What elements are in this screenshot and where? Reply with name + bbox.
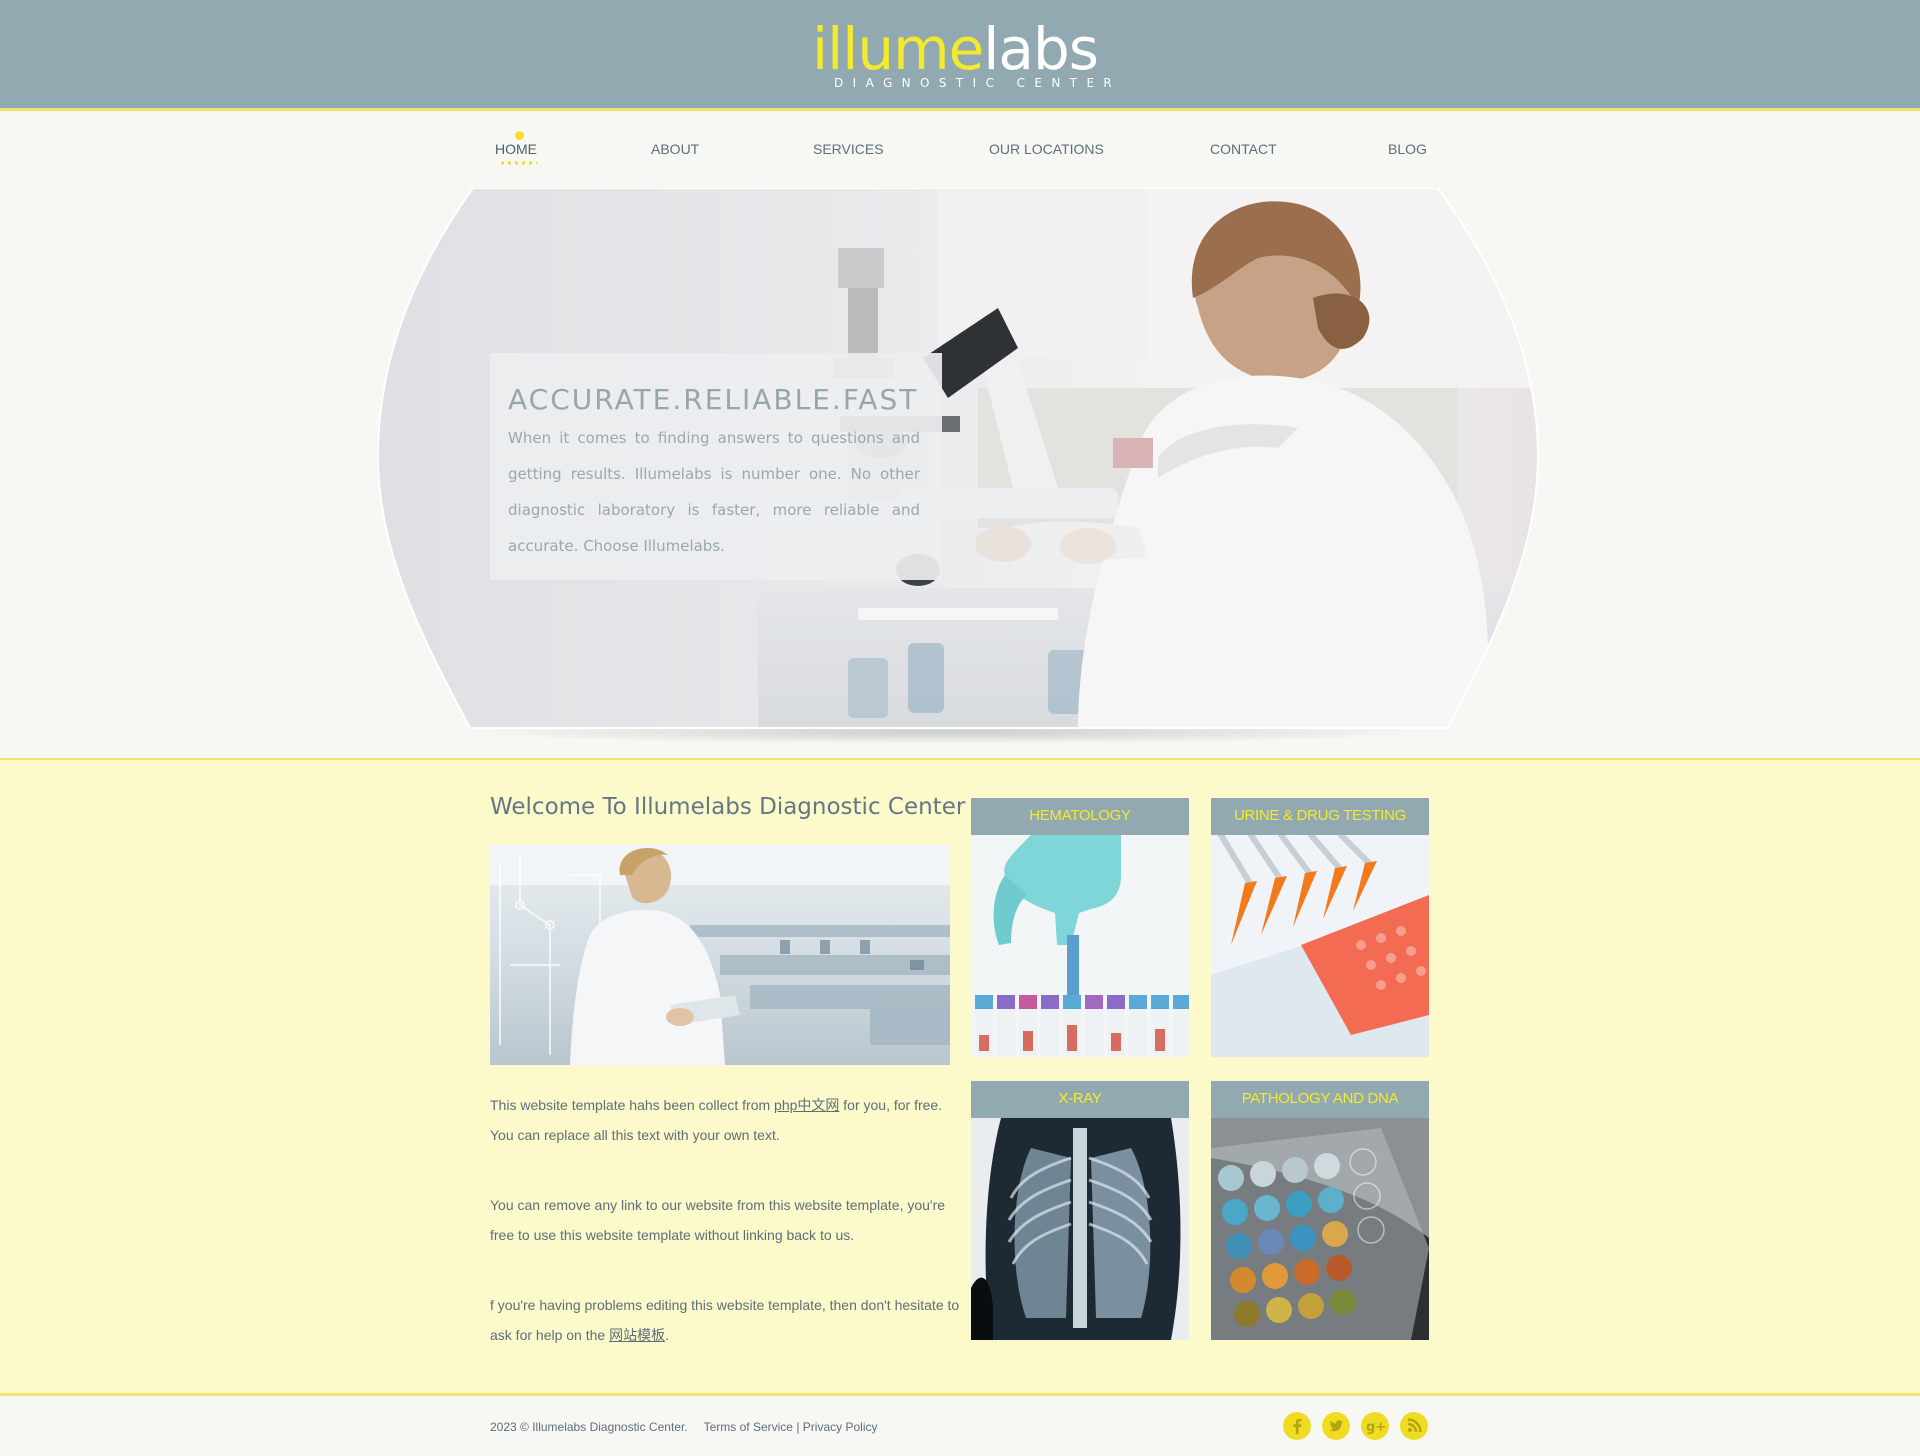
rss-icon[interactable] bbox=[1400, 1412, 1428, 1440]
tile-title[interactable]: URINE & DRUG TESTING bbox=[1211, 798, 1429, 835]
service-tile-urine-drug-testing[interactable]: URINE & DRUG TESTING bbox=[1211, 798, 1429, 1057]
welcome-paragraph-2: You can remove any link to our website f… bbox=[490, 1197, 946, 1243]
tile-title[interactable]: X-RAY bbox=[971, 1081, 1189, 1118]
logo-wordmark: illumelabs bbox=[812, 15, 1099, 83]
urine-drug-testing-image bbox=[1211, 835, 1429, 1057]
facebook-icon[interactable] bbox=[1283, 1412, 1311, 1440]
x-ray-image bbox=[971, 1118, 1189, 1340]
privacy-link[interactable]: Privacy Policy bbox=[803, 1420, 878, 1434]
pathology-dna-image bbox=[1211, 1118, 1429, 1340]
google-plus-icon[interactable]: g+ bbox=[1361, 1412, 1389, 1440]
copyright: 2023 © Illumelabs Diagnostic Center. bbox=[490, 1420, 688, 1434]
active-indicator-dot bbox=[515, 131, 524, 140]
nav-item-blog[interactable]: BLOG bbox=[1388, 141, 1427, 157]
site-header: illumelabs DIAGNOSTIC CENTER bbox=[0, 0, 1920, 111]
welcome-heading: Welcome To Illumelabs Diagnostic Center bbox=[490, 794, 966, 820]
twitter-icon[interactable] bbox=[1322, 1412, 1350, 1440]
logo-subtitle: DIAGNOSTIC CENTER bbox=[834, 76, 1122, 90]
nav-item-about[interactable]: ABOUT bbox=[651, 141, 699, 157]
service-tile-hematology[interactable]: HEMATOLOGY bbox=[971, 798, 1189, 1057]
service-tile-x-ray[interactable]: X-RAY bbox=[971, 1081, 1189, 1340]
service-tile-pathology-dna[interactable]: PATHOLOGY AND DNA bbox=[1211, 1081, 1429, 1340]
welcome-paragraph-3: f you're having problems editing this we… bbox=[490, 1297, 960, 1343]
tile-title[interactable]: PATHOLOGY AND DNA bbox=[1211, 1081, 1429, 1118]
nav-item-services[interactable]: SERVICES bbox=[813, 141, 884, 157]
nav-item-home[interactable]: HOME bbox=[495, 131, 537, 165]
nav-item-contact[interactable]: CONTACT bbox=[1210, 141, 1277, 157]
php-cn-link[interactable]: php中文网 bbox=[774, 1097, 839, 1113]
terms-link[interactable]: Terms of Service bbox=[704, 1420, 793, 1434]
welcome-text: This website template hahs been collect … bbox=[490, 1090, 960, 1390]
active-indicator-underline bbox=[499, 161, 537, 165]
hero-text-panel: ACCURATE.RELIABLE.FAST When it comes to … bbox=[490, 353, 942, 580]
main-content: Welcome To Illumelabs Diagnostic Center bbox=[0, 758, 1920, 1396]
welcome-image bbox=[490, 845, 950, 1065]
svg-text:g+: g+ bbox=[1366, 1420, 1386, 1435]
welcome-paragraph-1: This website template hahs been collect … bbox=[490, 1097, 943, 1143]
hematology-image bbox=[971, 835, 1189, 1057]
main-nav: HOME ABOUT SERVICES OUR LOCATIONS CONTAC… bbox=[490, 124, 1430, 174]
footer-separator: | bbox=[796, 1420, 800, 1434]
hero-title: ACCURATE.RELIABLE.FAST bbox=[508, 383, 919, 416]
site-logo[interactable]: illumelabs DIAGNOSTIC CENTER bbox=[812, 14, 1112, 96]
footer-text: 2023 © Illumelabs Diagnostic Center. Term… bbox=[490, 1420, 877, 1434]
tile-title[interactable]: HEMATOLOGY bbox=[971, 798, 1189, 835]
hero-description: When it comes to finding answers to ques… bbox=[508, 429, 920, 555]
template-link[interactable]: 网站模板 bbox=[609, 1327, 665, 1343]
hero-banner: ACCURATE.RELIABLE.FAST When it comes to … bbox=[378, 188, 1540, 748]
nav-item-our-locations[interactable]: OUR LOCATIONS bbox=[989, 141, 1104, 157]
